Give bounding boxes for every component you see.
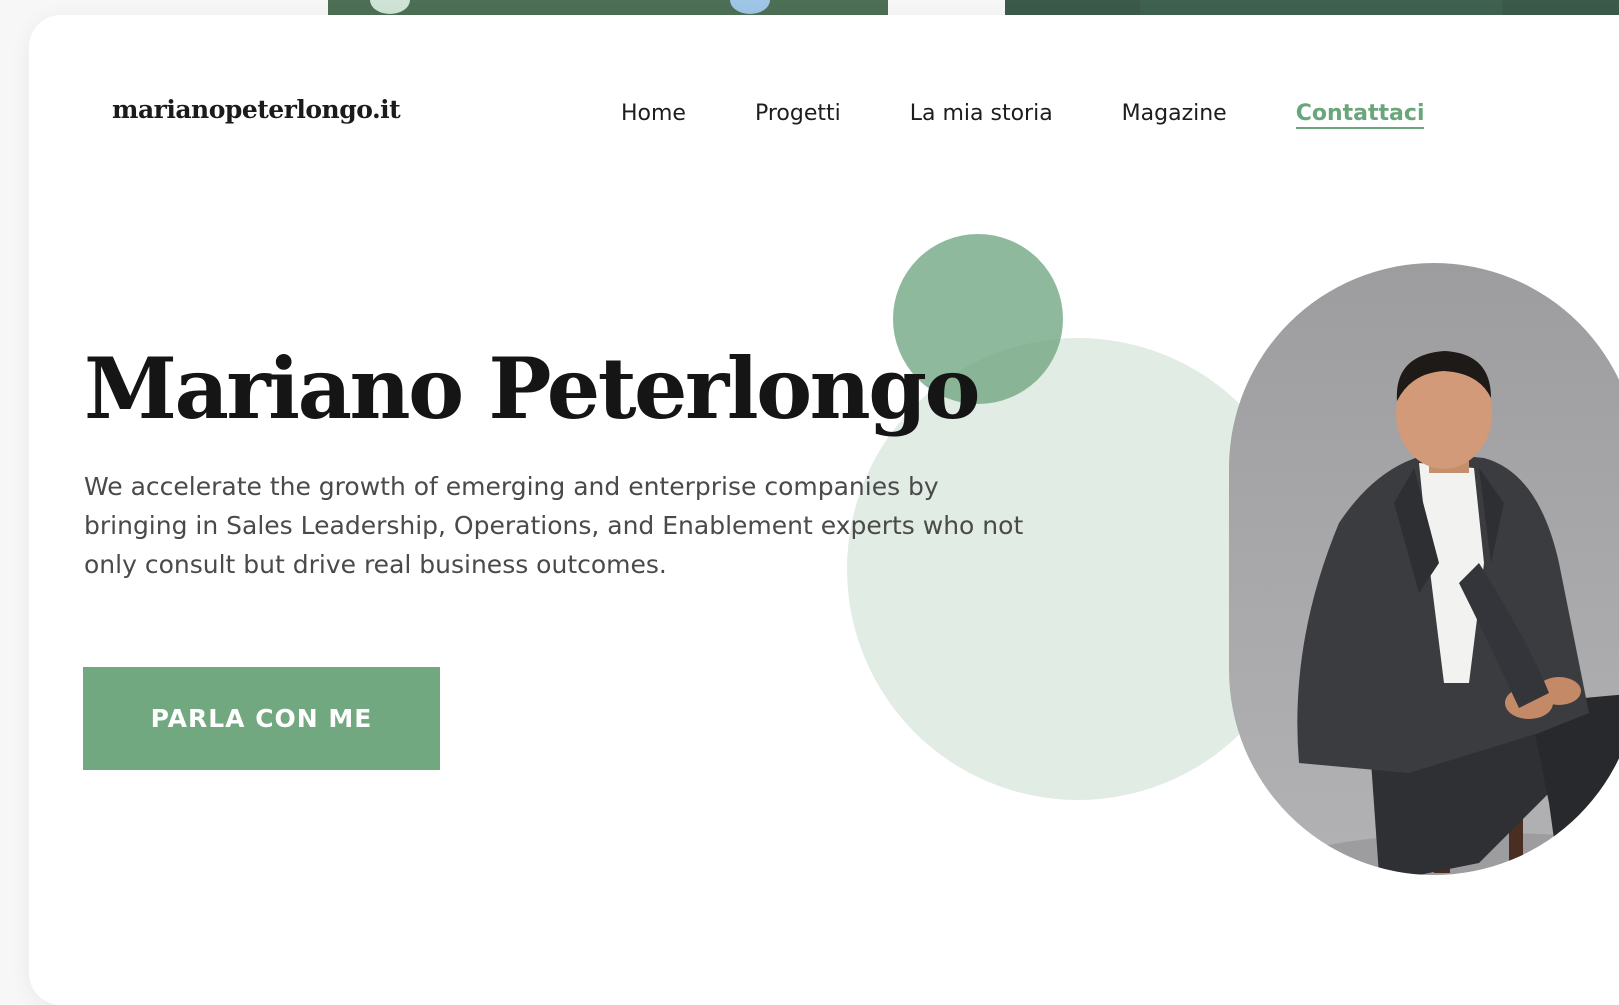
nav-item-home[interactable]: Home	[621, 101, 686, 129]
background-strip	[328, 0, 888, 15]
background-strip	[1140, 0, 1502, 15]
hero-card: marianopeterlongo.it Home Progetti La mi…	[29, 15, 1619, 1005]
nav-item-la-mia-storia[interactable]: La mia storia	[910, 101, 1053, 129]
site-logo[interactable]: marianopeterlongo.it	[112, 95, 401, 124]
nav-item-progetti[interactable]: Progetti	[755, 101, 841, 129]
hero-description: We accelerate the growth of emerging and…	[84, 472, 1024, 579]
portrait-photo	[1229, 263, 1619, 875]
parla-con-me-button[interactable]: PARLA CON ME	[83, 667, 440, 770]
portrait-illustration	[1289, 351, 1619, 875]
hero-title: Mariano Peterlongo	[84, 339, 980, 438]
nav-item-contattaci[interactable]: Contattaci	[1295, 101, 1425, 129]
nav-item-magazine[interactable]: Magazine	[1122, 101, 1227, 129]
main-nav: Home Progetti La mia storia Magazine Con…	[621, 101, 1425, 129]
